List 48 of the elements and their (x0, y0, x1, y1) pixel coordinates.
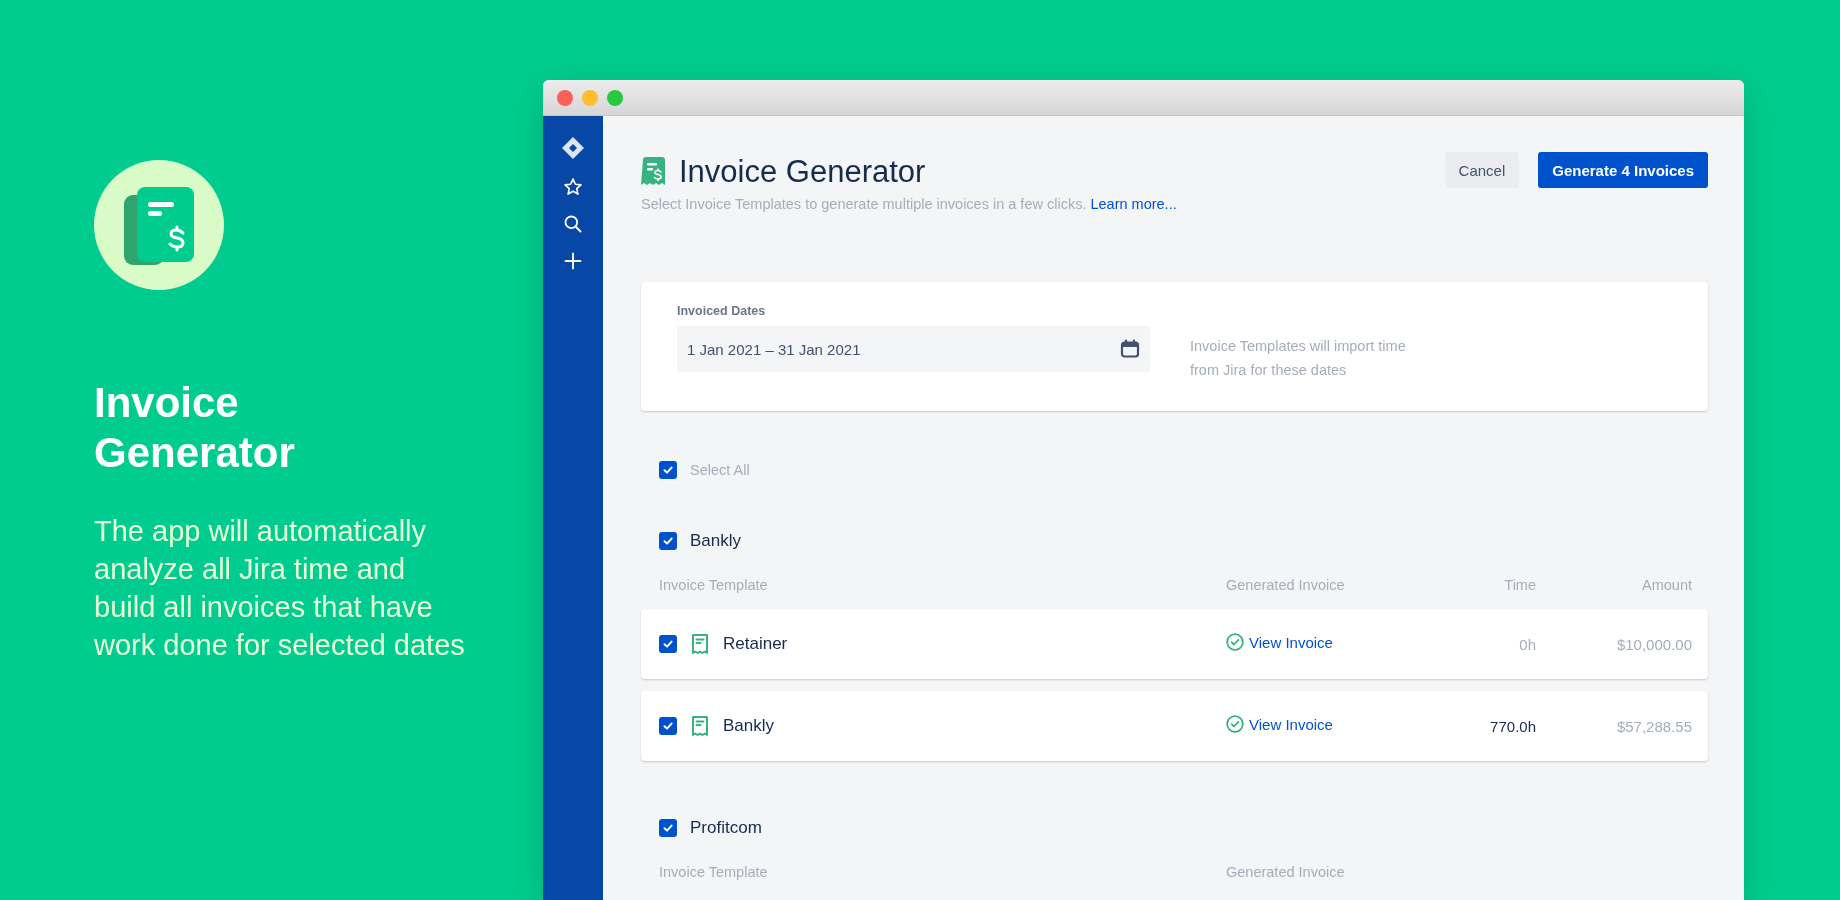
checkmark-icon (662, 822, 674, 834)
checkmark-icon (662, 464, 674, 476)
column-header: Invoice Template (659, 864, 769, 880)
column-header: Time (1503, 577, 1536, 593)
view-invoice-link[interactable]: View Invoice (1226, 633, 1333, 651)
checkmark-icon (662, 535, 674, 547)
star-icon[interactable] (563, 177, 583, 197)
dates-hint: Invoice Templates will import time from Jira for these dates (1190, 337, 1407, 380)
checkbox[interactable] (659, 635, 677, 653)
select-all-label: Select All (690, 462, 750, 478)
client-name: Profitcom (690, 818, 762, 838)
plus-icon[interactable] (563, 251, 583, 271)
column-header: Invoice Template (659, 577, 769, 593)
receipt-icon (691, 715, 709, 737)
invoice-app-icon (94, 160, 224, 290)
generate-button[interactable]: Generate 4 Invoices (1538, 152, 1708, 188)
column-header: Amount (1641, 577, 1692, 593)
cancel-button[interactable]: Cancel (1444, 152, 1520, 188)
column-header: Generated Invoice (1226, 864, 1346, 880)
time-value: 0h (1518, 635, 1536, 653)
diamond-logo-icon[interactable] (561, 136, 585, 160)
page-subtitle: Select Invoice Templates to generate multiple invoices in a few clicks. (641, 196, 1087, 212)
promo-description: The app will automatically analyze all Jira time and build all invoices that have work done for selected dates (94, 514, 466, 663)
date-range-field[interactable]: 1 Jan 2021 – 31 Jan 2021 (677, 326, 1150, 372)
amount-value: $57,288.55 (1615, 717, 1692, 735)
column-header: Generated Invoice (1226, 577, 1346, 593)
client-name: Bankly (690, 531, 742, 551)
page-title: Invoice Generator (679, 153, 926, 191)
search-icon[interactable] (563, 214, 583, 234)
template-name: Bankly (723, 716, 775, 736)
amount-value: $10,000.00 (1615, 635, 1692, 653)
promo-title: Invoice Generator (94, 378, 296, 478)
checkbox[interactable] (659, 532, 677, 550)
check-circle-icon (1226, 633, 1244, 651)
receipt-icon (691, 633, 709, 655)
template-name: Retainer (723, 634, 788, 654)
receipt-icon (641, 157, 667, 187)
field-label: Invoiced Dates (677, 304, 767, 318)
check-circle-icon (1226, 715, 1244, 733)
view-invoice-link[interactable]: View Invoice (1226, 715, 1333, 733)
checkbox[interactable] (659, 819, 677, 837)
checkmark-icon (662, 638, 674, 650)
learn-more-link[interactable]: Learn more... (1090, 196, 1177, 212)
checkbox[interactable] (659, 717, 677, 735)
checkmark-icon (662, 720, 674, 732)
calendar-icon[interactable] (1120, 339, 1140, 359)
time-value: 770.0h (1489, 717, 1536, 735)
checkbox[interactable] (659, 461, 677, 479)
